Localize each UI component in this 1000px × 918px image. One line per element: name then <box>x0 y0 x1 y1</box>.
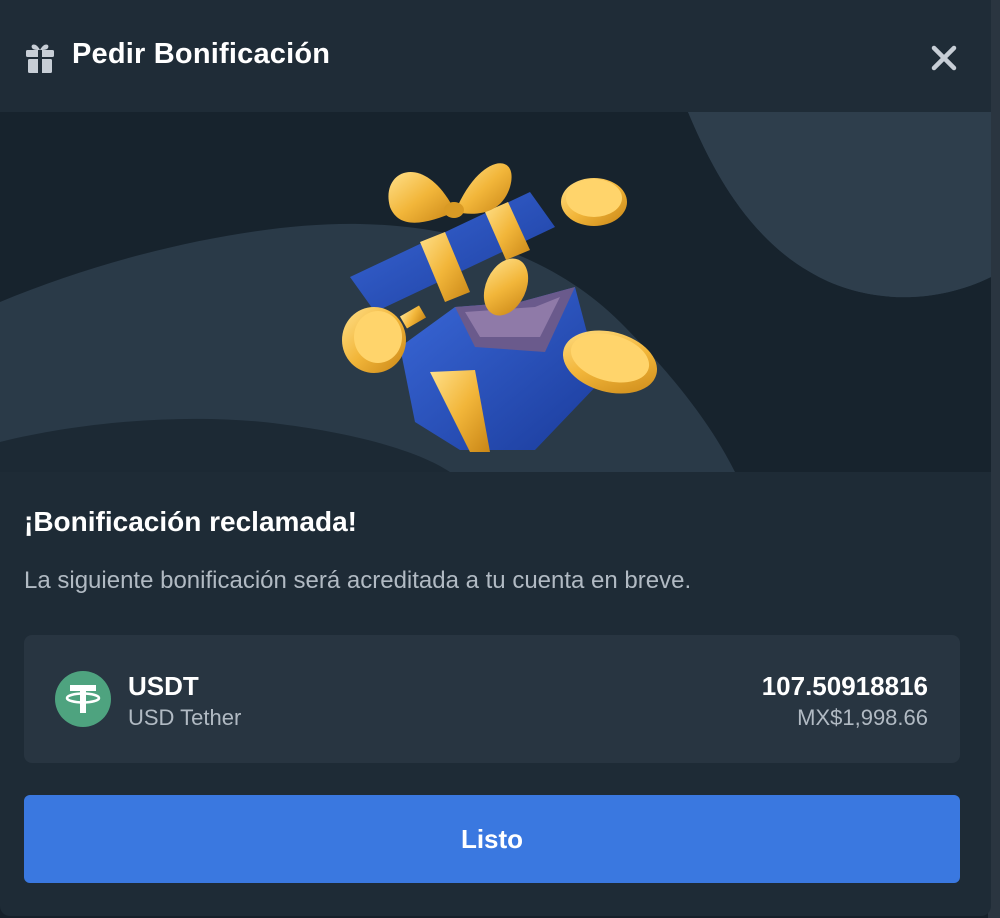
tether-icon <box>55 671 111 727</box>
gift-box-illustration <box>342 163 658 452</box>
asset-fiat-value: MX$1,998.66 <box>797 705 928 730</box>
bonus-banner <box>0 112 991 472</box>
success-heading: ¡Bonificación reclamada! <box>24 506 357 537</box>
asset-name: USD Tether <box>128 705 242 730</box>
modal-header: Pedir Bonificación <box>0 0 991 112</box>
success-description: La siguiente bonificación será acreditad… <box>24 567 692 594</box>
bonus-asset-card: USDT USD Tether 107.50918816 MX$1,998.66 <box>24 635 960 763</box>
claim-bonus-modal: Pedir Bonificación ¡Bonificación reclama… <box>0 0 991 916</box>
close-icon[interactable] <box>926 40 962 76</box>
done-button[interactable]: Listo <box>24 795 960 883</box>
asset-symbol: USDT <box>128 671 199 701</box>
asset-amount: 107.50918816 <box>761 671 928 701</box>
modal-title: Pedir Bonificación <box>72 38 331 70</box>
gift-icon <box>26 44 54 73</box>
